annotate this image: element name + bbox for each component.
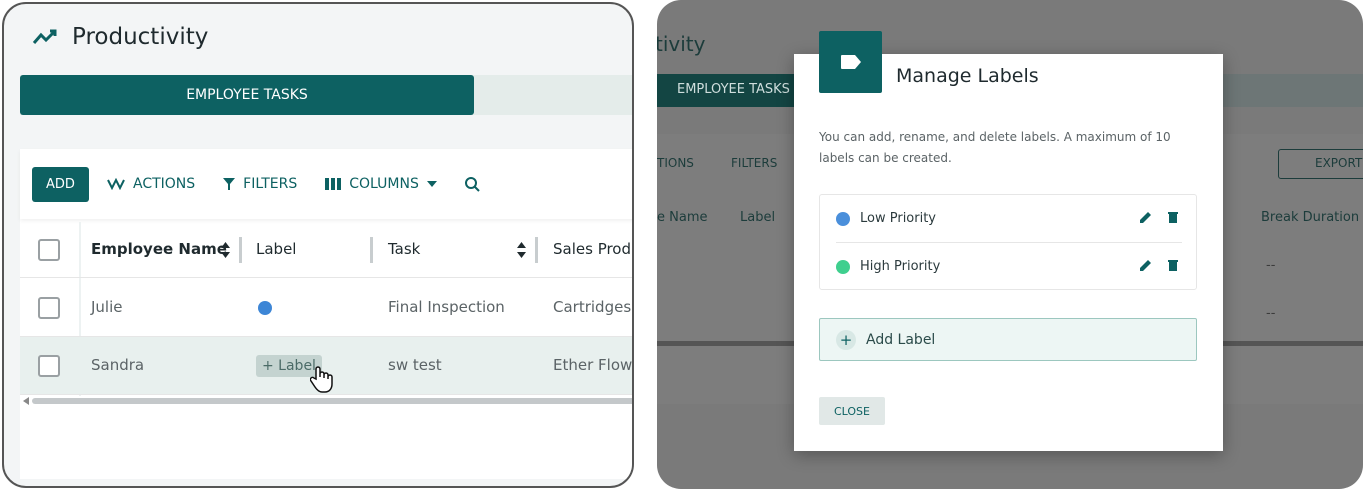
left-panel: Productivity EMPLOYEE TASKS ADD ACTIONS … [2,2,634,488]
add-label-text: Add Label [866,331,936,348]
filters-label: FILTERS [243,176,298,192]
close-button[interactable]: CLOSE [819,397,885,425]
label-dot[interactable] [258,301,272,315]
label-item: High Priority [836,243,1182,290]
col-task[interactable]: Task [388,240,420,258]
columns-icon [325,178,342,190]
task-cell: Final Inspection [388,298,505,316]
bg-col-break: Break Duration [1261,210,1360,225]
plus-icon: + [836,329,856,350]
grid-toolbar: ADD ACTIONS FILTERS COLUMNS [20,149,632,219]
manage-labels-dialog: Manage Labels You can add, rename, and d… [794,31,1223,451]
columns-label: COLUMNS [349,176,419,192]
bg-cell-dash: -- [1266,258,1276,273]
col-sales-product[interactable]: Sales Produ [553,240,632,258]
bg-col-label: Label [740,210,776,225]
dialog-title: Manage Labels [896,65,1039,87]
search-button[interactable] [464,176,480,192]
sales-product-cell: Cartridges ( [553,298,634,316]
sales-product-cell: Ether Flowe [553,356,634,374]
actions-button[interactable]: ACTIONS [107,176,195,192]
tab-employee-tasks[interactable]: EMPLOYEE TASKS [20,75,474,115]
add-label-button[interactable]: + Add Label [819,318,1197,361]
column-resize-handle[interactable] [239,237,242,263]
trend-icon [32,29,57,44]
page-header: Productivity [32,24,208,50]
filters-button[interactable]: FILTERS [223,176,297,192]
label-name: Low Priority [860,211,937,226]
bg-page-title: tivity [657,32,706,56]
hand-cursor-icon [310,366,333,393]
right-panel: tivity EMPLOYEE TASKS TIONS FILTERS EXPO… [657,0,1363,489]
table-row[interactable]: Sandra + Label sw test Ether Flowe [20,337,634,395]
dialog-description: You can add, rename, and delete labels. … [819,130,1171,165]
bg-actions-label: TIONS [657,156,694,170]
bg-filters-label: FILTERS [731,156,778,170]
trash-icon[interactable] [1168,211,1178,223]
column-resize-handle[interactable] [535,237,538,263]
scroll-left-arrow-icon[interactable] [23,397,29,405]
actions-label: ACTIONS [133,176,196,192]
row-checkbox[interactable] [38,297,60,319]
label-actions [1140,211,1178,223]
tab-bar: EMPLOYEE TASKS [20,75,632,115]
col-label[interactable]: Label [256,240,296,258]
actions-icon [107,178,125,190]
task-cell: sw test [388,356,442,374]
employee-name-cell: Sandra [91,356,145,374]
horizontal-scrollbar[interactable] [32,398,632,404]
label-color-dot [836,259,850,274]
sort-icon[interactable] [517,242,526,258]
bg-col-name: e Name [657,210,708,225]
column-resize-handle[interactable] [370,237,373,263]
caret-down-icon [426,181,437,187]
pencil-icon[interactable] [1140,211,1152,223]
label-actions [1140,259,1178,271]
row-checkbox[interactable] [38,355,60,377]
select-all-checkbox[interactable] [38,239,60,261]
trash-icon[interactable] [1168,259,1178,271]
filter-icon [223,178,236,190]
labels-list: Low Priority High Priority [819,194,1197,290]
bg-tab-label: EMPLOYEE TASKS [677,82,790,97]
label-tag-icon [819,31,882,93]
sort-icon[interactable] [221,242,230,258]
bg-export-label: EXPORT [1315,156,1363,170]
page-title: Productivity [72,24,209,50]
add-button[interactable]: ADD [32,166,89,202]
label-name: High Priority [860,259,941,274]
table-row[interactable]: Julie Final Inspection Cartridges ( [20,279,634,337]
col-employee-name[interactable]: Employee Name [91,240,227,258]
label-color-dot [836,211,850,226]
pencil-icon[interactable] [1140,259,1152,271]
columns-button[interactable]: COLUMNS [325,176,437,192]
employee-name-cell: Julie [91,298,123,316]
data-grid-card: ADD ACTIONS FILTERS COLUMNS Employee Nam… [20,149,634,479]
grid-header: Employee Name Label Task Sales Produ [20,222,632,278]
label-item: Low Priority [836,195,1182,242]
bg-cell-dash: -- [1266,306,1276,321]
search-icon [464,176,480,192]
